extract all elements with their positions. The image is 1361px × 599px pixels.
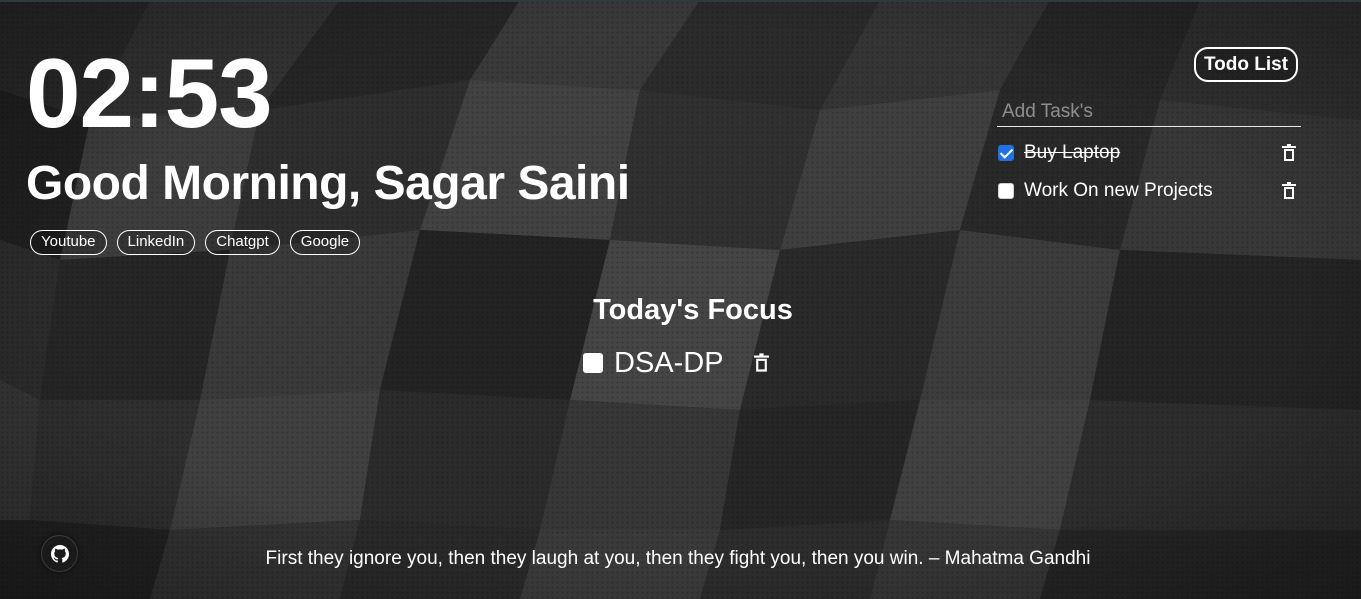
top-border bbox=[0, 0, 1361, 2]
link-youtube[interactable]: Youtube bbox=[30, 230, 107, 255]
focus-title: Today's Focus bbox=[593, 294, 793, 326]
quick-links: Youtube LinkedIn Chatgpt Google bbox=[30, 230, 361, 255]
quote-text: First they ignore you, then they laugh a… bbox=[265, 548, 1091, 569]
task-label: Buy Laptop bbox=[1024, 142, 1121, 163]
focus-task-label: DSA-DP bbox=[614, 347, 724, 379]
todo-item: Work On new Projects bbox=[997, 172, 1301, 210]
focus-item: DSA-DP bbox=[583, 344, 769, 382]
todo-item: Buy Laptop bbox=[997, 134, 1301, 172]
task-checkbox-checked[interactable] bbox=[998, 145, 1014, 161]
trash-icon[interactable] bbox=[753, 353, 769, 373]
link-linkedin[interactable]: LinkedIn bbox=[116, 230, 196, 255]
task-label: Work On new Projects bbox=[1024, 180, 1213, 201]
link-google[interactable]: Google bbox=[289, 230, 361, 255]
link-chatgpt[interactable]: Chatgpt bbox=[205, 230, 280, 255]
focus-checkbox[interactable] bbox=[583, 353, 603, 373]
greeting-text: Good Morning, Sagar Saini bbox=[26, 157, 630, 210]
trash-icon[interactable] bbox=[1282, 182, 1296, 200]
add-task-input[interactable] bbox=[997, 100, 1301, 127]
clock-time: 02:53 bbox=[26, 38, 273, 148]
task-checkbox[interactable] bbox=[998, 183, 1014, 199]
trash-icon[interactable] bbox=[1282, 144, 1296, 162]
todo-panel: Buy Laptop Work On new Projects bbox=[997, 100, 1301, 210]
todo-list-button[interactable]: Todo List bbox=[1194, 47, 1298, 82]
